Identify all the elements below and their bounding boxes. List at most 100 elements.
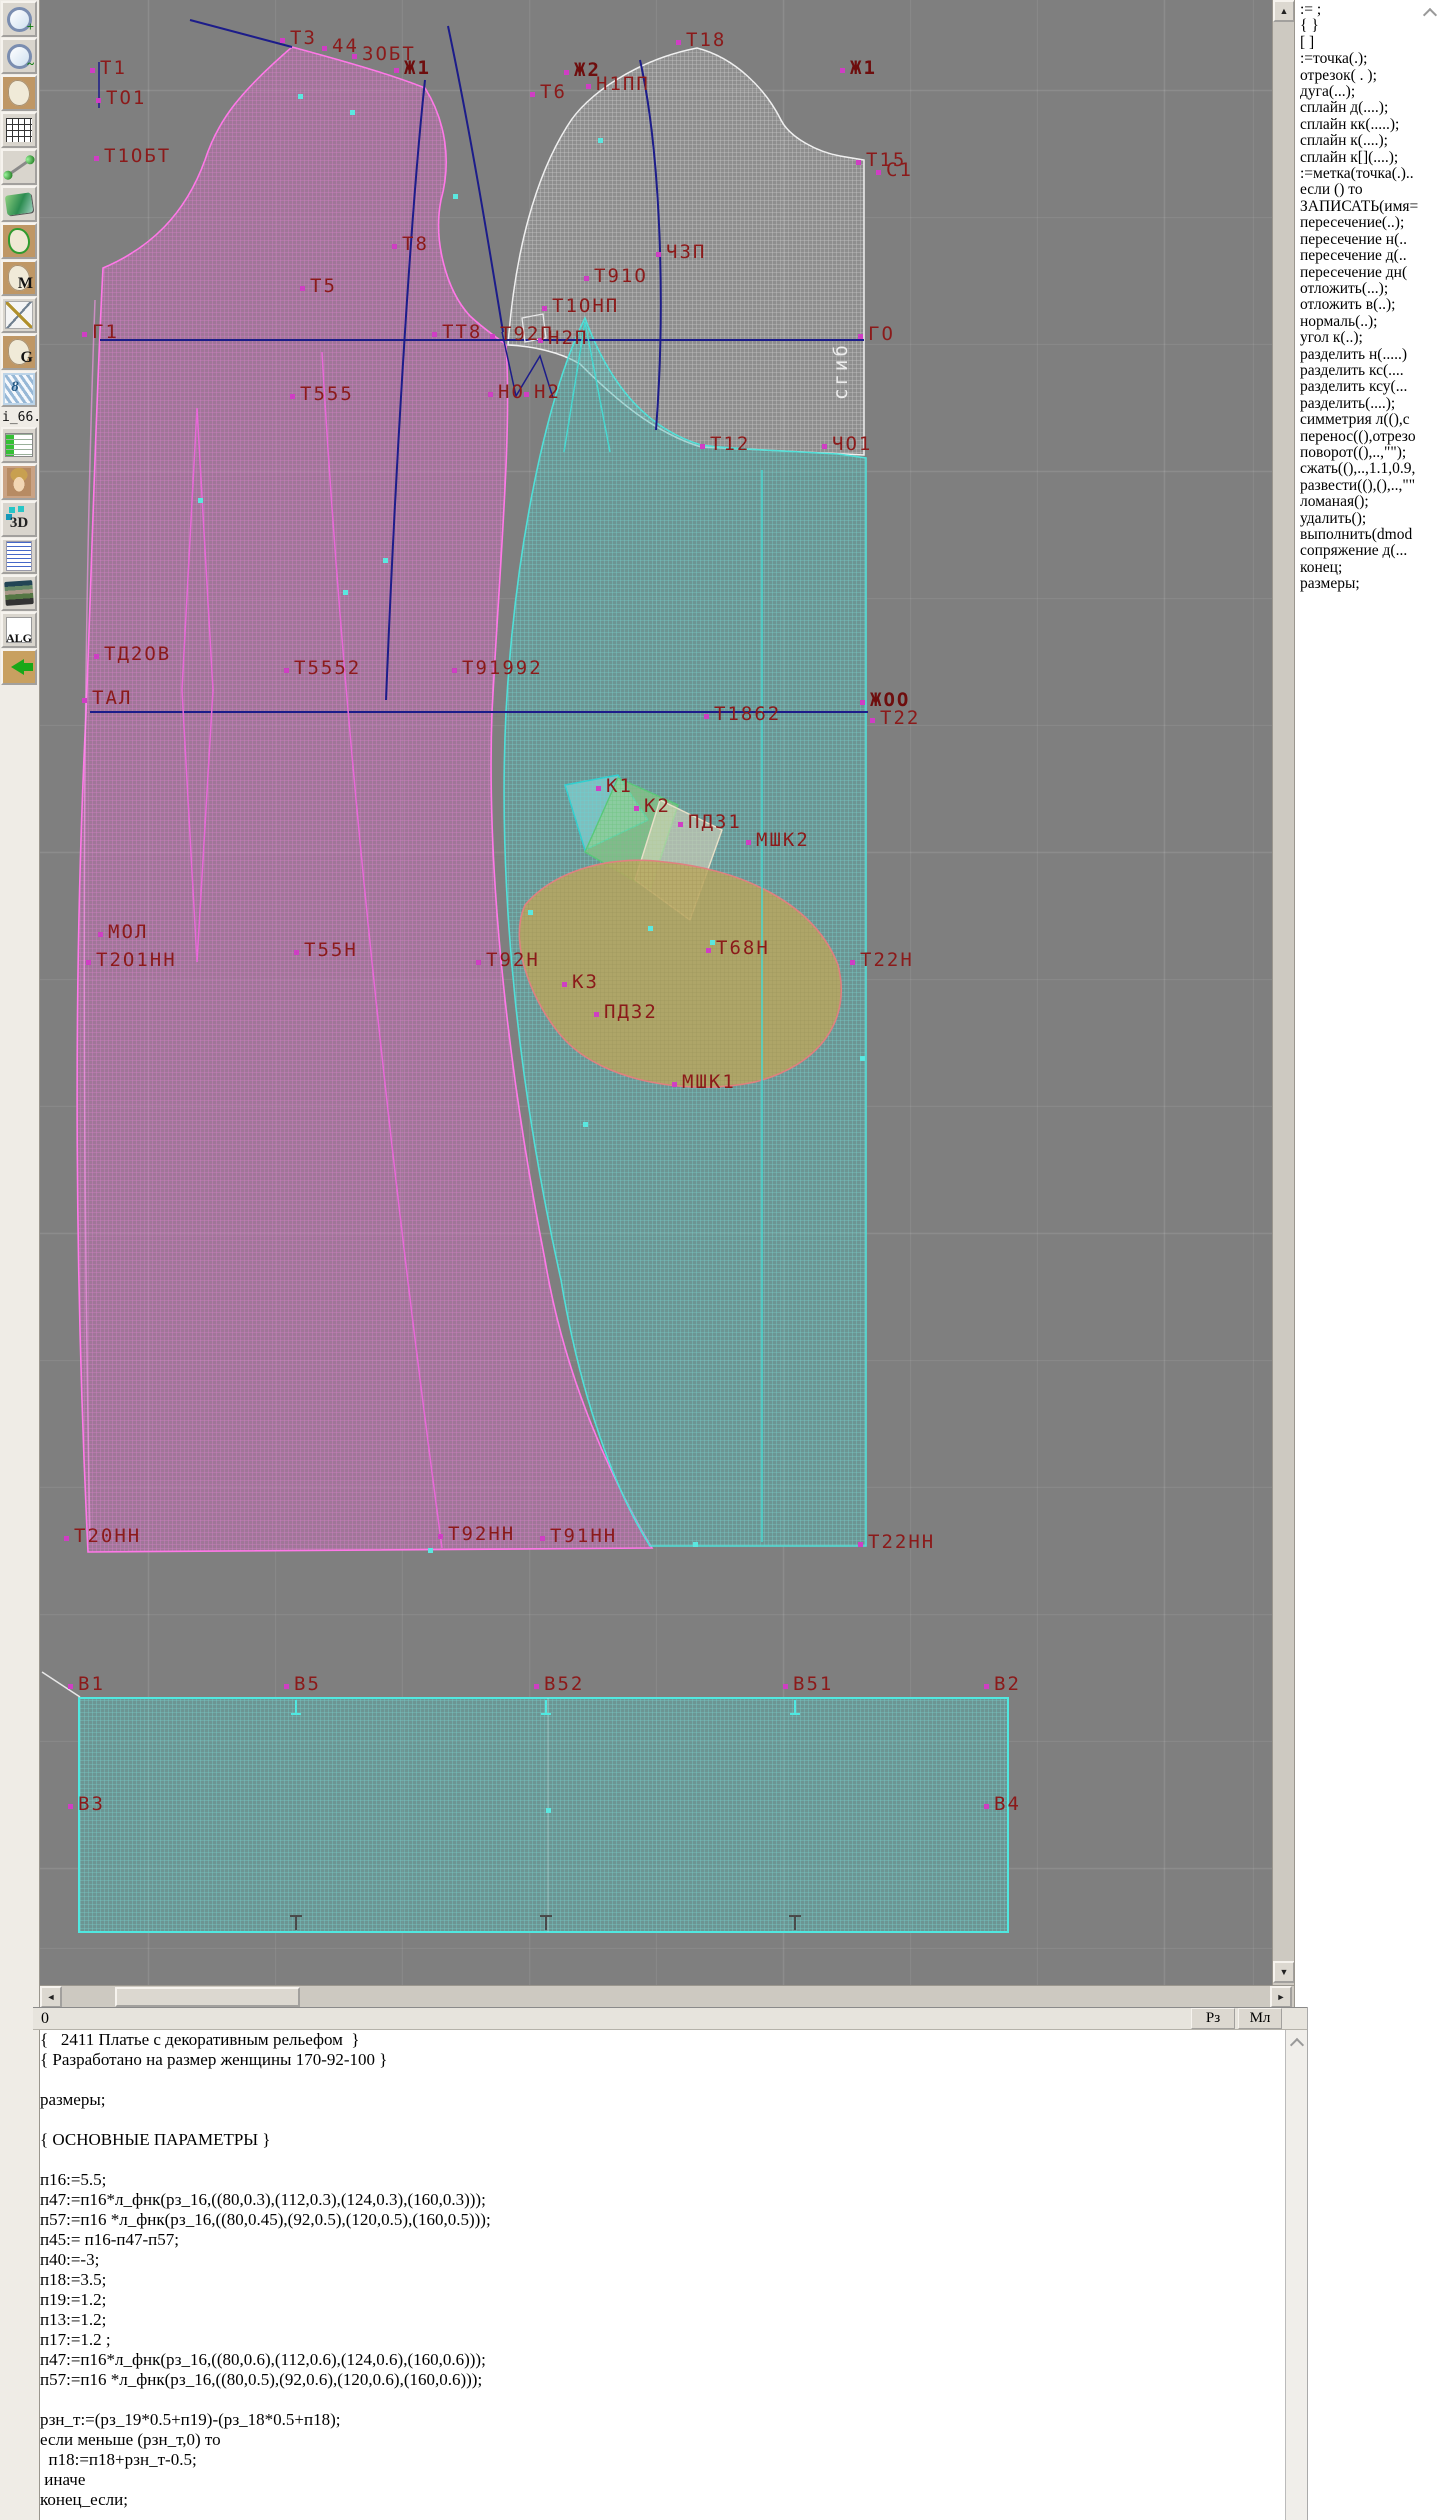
- grading-icon[interactable]: G: [1, 334, 37, 370]
- command-item[interactable]: сплайн кк(.....);: [1300, 117, 1440, 133]
- command-item[interactable]: поворот((),..,"");: [1300, 445, 1440, 461]
- operations-list-icon[interactable]: [1, 538, 37, 574]
- curve-point-marker[interactable]: [546, 1808, 551, 1813]
- point-marker[interactable]: [858, 1542, 863, 1547]
- curve-point-marker[interactable]: [198, 498, 203, 503]
- zoom-in-icon[interactable]: +: [1, 1, 37, 37]
- curve-point-marker[interactable]: [343, 590, 348, 595]
- command-item[interactable]: :=метка(точка(.)..: [1300, 166, 1440, 182]
- point-marker[interactable]: [704, 714, 709, 719]
- curve-point-marker[interactable]: [693, 1542, 698, 1547]
- canvas-vertical-scrollbar[interactable]: ▲ ▼: [1272, 0, 1294, 1985]
- curve-point-marker[interactable]: [860, 1056, 865, 1061]
- size-table-icon[interactable]: [1, 427, 37, 463]
- point-marker[interactable]: [596, 786, 601, 791]
- command-item[interactable]: := ;: [1300, 2, 1440, 18]
- command-item[interactable]: отрезок( . );: [1300, 68, 1440, 84]
- point-marker[interactable]: [542, 306, 547, 311]
- scroll-left-button[interactable]: ◄: [40, 1986, 62, 2008]
- curve-point-marker[interactable]: [453, 194, 458, 199]
- curve-point-marker[interactable]: [428, 1548, 433, 1553]
- status-button-Рз[interactable]: Рз: [1191, 2008, 1235, 2029]
- point-marker[interactable]: [530, 92, 535, 97]
- ruler-icon[interactable]: 8: [1, 371, 37, 407]
- point-marker[interactable]: [452, 668, 457, 673]
- point-marker[interactable]: [280, 38, 285, 43]
- scroll-thumb[interactable]: [115, 1987, 300, 2007]
- point-marker[interactable]: [984, 1804, 989, 1809]
- point-marker[interactable]: [94, 654, 99, 659]
- point-marker[interactable]: [840, 68, 845, 73]
- point-marker[interactable]: [984, 1684, 989, 1689]
- library-books-icon[interactable]: [1, 575, 37, 611]
- command-item[interactable]: отложить(...);: [1300, 281, 1440, 297]
- command-item[interactable]: дуга(...);: [1300, 84, 1440, 100]
- algorithm-icon[interactable]: ALG: [1, 612, 37, 648]
- point-marker[interactable]: [64, 1536, 69, 1541]
- point-marker[interactable]: [300, 286, 305, 291]
- curve-point-marker[interactable]: [350, 110, 355, 115]
- point-marker[interactable]: [850, 960, 855, 965]
- point-marker[interactable]: [783, 1684, 788, 1689]
- pattern-piece-icon[interactable]: [1, 75, 37, 111]
- point-marker[interactable]: [586, 84, 591, 89]
- measure-icon[interactable]: [1, 149, 37, 185]
- command-item[interactable]: [ ]: [1300, 35, 1440, 51]
- point-marker[interactable]: [706, 948, 711, 953]
- command-item[interactable]: разделить ксу(...: [1300, 379, 1440, 395]
- command-item[interactable]: разделить кс(....: [1300, 363, 1440, 379]
- point-marker[interactable]: [96, 98, 101, 103]
- point-marker[interactable]: [822, 444, 827, 449]
- command-item[interactable]: ломаная();: [1300, 494, 1440, 510]
- command-item[interactable]: симметрия л((),с: [1300, 412, 1440, 428]
- command-item[interactable]: сплайн к(....);: [1300, 133, 1440, 149]
- point-marker[interactable]: [746, 840, 751, 845]
- point-marker[interactable]: [90, 68, 95, 73]
- point-marker[interactable]: [856, 160, 861, 165]
- point-marker[interactable]: [634, 806, 639, 811]
- command-item[interactable]: пересечение дн(: [1300, 265, 1440, 281]
- command-item[interactable]: сжать((),..,1.1,0.9,: [1300, 461, 1440, 477]
- editor-scrollbar[interactable]: [1285, 2030, 1307, 2520]
- command-item[interactable]: сопряжение д(...: [1300, 543, 1440, 559]
- point-marker[interactable]: [94, 156, 99, 161]
- point-marker[interactable]: [534, 1684, 539, 1689]
- point-marker[interactable]: [564, 70, 569, 75]
- canvas-horizontal-scrollbar[interactable]: ◄ ►: [40, 1985, 1294, 2007]
- point-marker[interactable]: [562, 982, 567, 987]
- point-marker[interactable]: [860, 700, 865, 705]
- point-marker[interactable]: [594, 1012, 599, 1017]
- command-item[interactable]: отложить в(..);: [1300, 297, 1440, 313]
- command-item[interactable]: разделить(....);: [1300, 396, 1440, 412]
- command-item[interactable]: конец;: [1300, 560, 1440, 576]
- curve-point-marker[interactable]: [648, 926, 653, 931]
- client-portrait-icon[interactable]: [1, 464, 37, 500]
- command-item[interactable]: сплайн к[](....);: [1300, 150, 1440, 166]
- command-item[interactable]: перенос((),отрезо: [1300, 429, 1440, 445]
- point-marker[interactable]: [294, 950, 299, 955]
- point-marker[interactable]: [86, 960, 91, 965]
- point-marker[interactable]: [488, 392, 493, 397]
- point-marker[interactable]: [870, 718, 875, 723]
- point-marker[interactable]: [490, 334, 495, 339]
- point-marker[interactable]: [678, 822, 683, 827]
- scroll-up-button[interactable]: ▲: [1273, 0, 1295, 22]
- algorithm-editor[interactable]: { 2411 Платье с декоративным рельефом }{…: [40, 2030, 1285, 2520]
- command-item[interactable]: сплайн д(....);: [1300, 100, 1440, 116]
- point-marker[interactable]: [656, 252, 661, 257]
- belt-piece[interactable]: [79, 1698, 1008, 1932]
- point-marker[interactable]: [82, 698, 87, 703]
- command-item[interactable]: пересечение н(..: [1300, 232, 1440, 248]
- model-icon[interactable]: M: [1, 260, 37, 296]
- status-button-Мл[interactable]: Мл: [1238, 2008, 1282, 2029]
- command-item[interactable]: размеры;: [1300, 576, 1440, 592]
- point-marker[interactable]: [284, 1684, 289, 1689]
- curve-point-marker[interactable]: [710, 940, 715, 945]
- command-item[interactable]: разделить н(.....): [1300, 347, 1440, 363]
- curve-point-marker[interactable]: [583, 1122, 588, 1127]
- scroll-down-button[interactable]: ▼: [1273, 1961, 1295, 1983]
- grid-icon[interactable]: [1, 112, 37, 148]
- curve-point-marker[interactable]: [598, 138, 603, 143]
- scroll-right-button[interactable]: ►: [1270, 1986, 1292, 2008]
- curve-point-marker[interactable]: [298, 94, 303, 99]
